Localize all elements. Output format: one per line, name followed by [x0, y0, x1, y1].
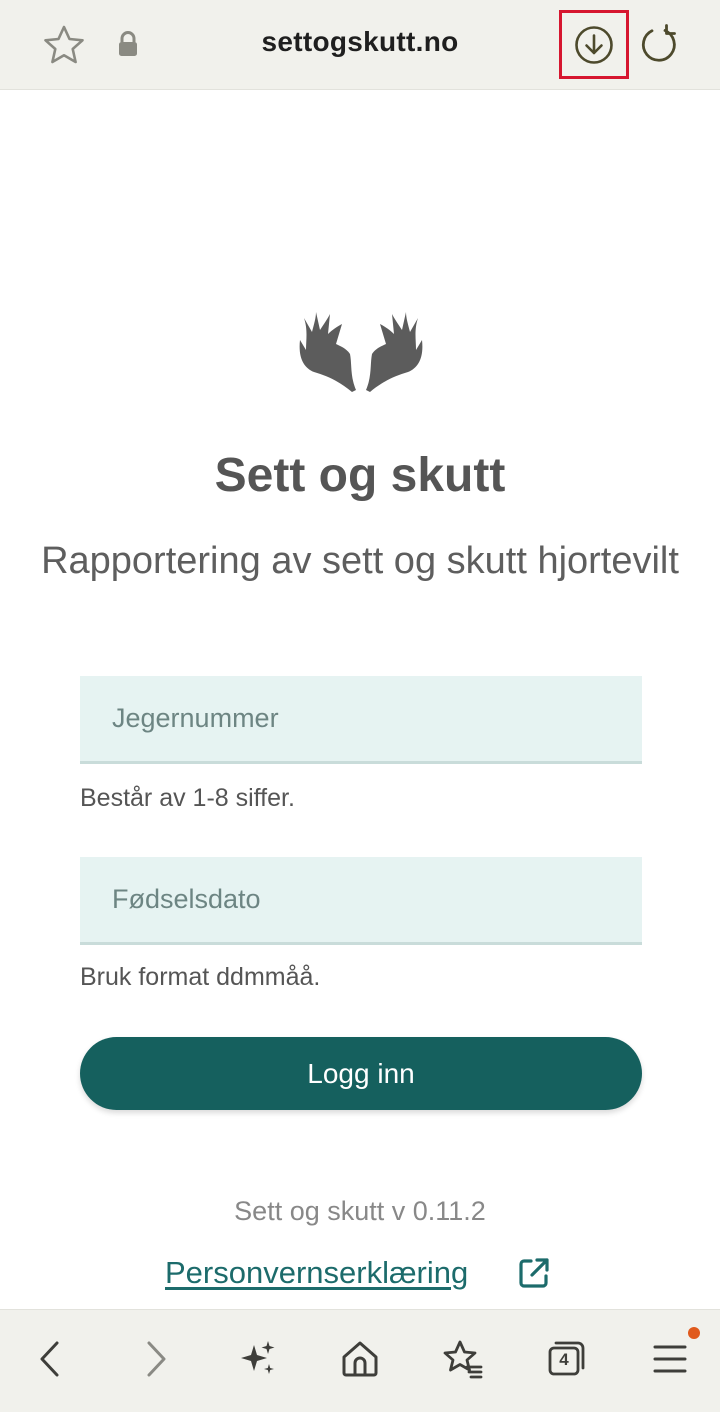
forward-icon[interactable] — [134, 1337, 178, 1381]
hunter-number-input[interactable] — [80, 676, 642, 764]
home-icon[interactable] — [338, 1337, 382, 1381]
download-icon[interactable] — [573, 24, 615, 66]
browser-toolbar: 4 — [0, 1309, 720, 1412]
bookmarks-icon[interactable] — [440, 1337, 484, 1381]
hunter-number-hint: Består av 1-8 siffer. — [80, 784, 295, 812]
antlers-logo — [299, 312, 423, 392]
page-title: Sett og skutt — [214, 449, 506, 502]
menu-notification-dot — [688, 1327, 700, 1339]
browser-address-bar: settogskutt.no — [0, 0, 720, 90]
tabs-button[interactable]: 4 — [544, 1337, 588, 1381]
privacy-policy-link[interactable]: Personvernserklæring — [165, 1255, 468, 1291]
version-text: Sett og skutt v 0.11.2 — [234, 1196, 486, 1226]
login-button[interactable]: Logg inn — [80, 1037, 642, 1110]
back-icon[interactable] — [28, 1337, 72, 1381]
page-subtitle: Rapportering av sett og skutt hjortevilt — [41, 540, 679, 582]
external-link-icon[interactable] — [517, 1256, 551, 1290]
birth-date-input[interactable] — [80, 857, 642, 945]
menu-icon[interactable] — [648, 1337, 692, 1381]
sparkle-icon[interactable] — [236, 1337, 280, 1381]
reload-icon[interactable] — [638, 23, 680, 65]
birth-date-hint: Bruk format ddmmåå. — [80, 963, 321, 991]
tab-count: 4 — [559, 1350, 569, 1369]
